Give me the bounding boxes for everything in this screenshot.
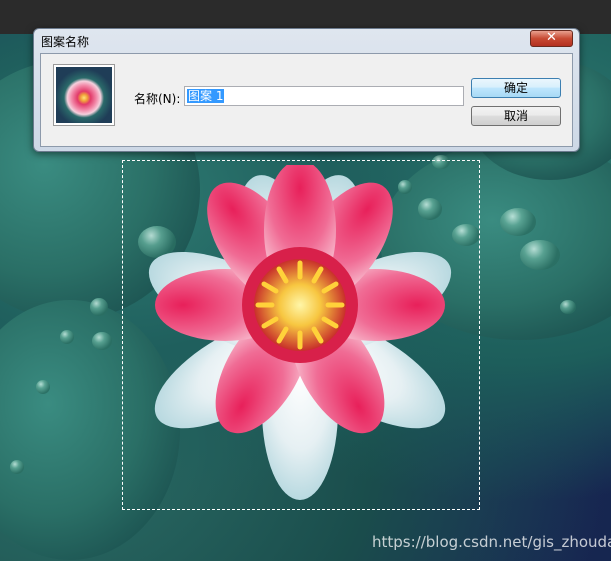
thumbnail-image bbox=[56, 67, 112, 123]
close-button[interactable]: ✕ bbox=[530, 30, 573, 47]
ok-button[interactable]: 确定 bbox=[471, 78, 561, 98]
selection-marquee[interactable] bbox=[122, 160, 480, 510]
pattern-thumbnail bbox=[53, 64, 115, 126]
watermark-text: https://blog.csdn.net/gis_zhouda bbox=[372, 533, 611, 551]
name-input[interactable]: 图案 1 bbox=[184, 86, 464, 106]
water-drop bbox=[500, 208, 536, 236]
name-label: 名称(N): bbox=[134, 92, 181, 106]
dialog-body: 名称(N): 图案 1 确定 取消 bbox=[40, 53, 573, 147]
water-drop bbox=[560, 300, 576, 314]
water-drop bbox=[520, 240, 560, 270]
pattern-name-dialog: 图案名称 ✕ 名称(N): 图案 1 确定 取消 bbox=[33, 28, 580, 152]
dialog-title: 图案名称 bbox=[41, 35, 90, 49]
water-drop bbox=[60, 330, 74, 344]
water-drop bbox=[92, 332, 112, 350]
water-drop bbox=[10, 460, 24, 474]
water-drop bbox=[90, 298, 108, 316]
cancel-button[interactable]: 取消 bbox=[471, 106, 561, 126]
water-drop bbox=[36, 380, 50, 394]
name-input-value: 图案 1 bbox=[187, 89, 225, 103]
dialog-titlebar[interactable]: 图案名称 ✕ bbox=[34, 29, 579, 51]
close-icon: ✕ bbox=[546, 30, 557, 45]
